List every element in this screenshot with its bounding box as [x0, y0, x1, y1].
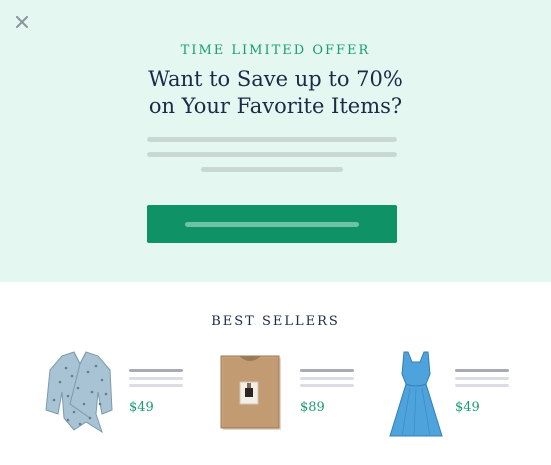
product-card[interactable]: $49: [40, 348, 185, 443]
best-sellers-title: BEST SELLERS: [211, 314, 340, 329]
offer-hero: TIME LIMITED OFFER Want to Save up to 70…: [0, 0, 551, 282]
close-button[interactable]: [12, 12, 32, 32]
wrap-blouse-icon: [45, 351, 113, 434]
product-price: $89: [300, 400, 325, 415]
description-placeholder-line: [147, 137, 397, 142]
product-title-placeholder: [300, 384, 354, 387]
offer-headline: Want to Save up to 70% on Your Favorite …: [0, 66, 551, 120]
description-placeholder-line: [201, 167, 343, 172]
product-card[interactable]: $89: [211, 348, 356, 443]
offer-eyebrow: TIME LIMITED OFFER: [180, 43, 371, 58]
cta-button[interactable]: [147, 205, 397, 243]
folded-sweater-icon: [220, 355, 281, 430]
blue-dress-icon: [389, 351, 443, 437]
headline-line-1: Want to Save up to 70%: [148, 67, 403, 91]
product-title-placeholder: [129, 377, 183, 380]
product-title-placeholder: [455, 369, 509, 372]
cta-label-placeholder: [185, 222, 359, 227]
product-card[interactable]: $49: [376, 348, 521, 443]
product-title-placeholder: [300, 369, 354, 372]
product-price: $49: [129, 400, 154, 415]
product-price: $49: [455, 400, 480, 415]
close-icon: [16, 16, 28, 28]
description-placeholder-line: [147, 152, 397, 157]
product-title-placeholder: [129, 384, 183, 387]
product-title-placeholder: [300, 377, 354, 380]
product-title-placeholder: [129, 369, 183, 372]
product-title-placeholder: [455, 384, 509, 387]
product-title-placeholder: [455, 377, 509, 380]
headline-line-2: on Your Favorite Items?: [148, 94, 403, 118]
